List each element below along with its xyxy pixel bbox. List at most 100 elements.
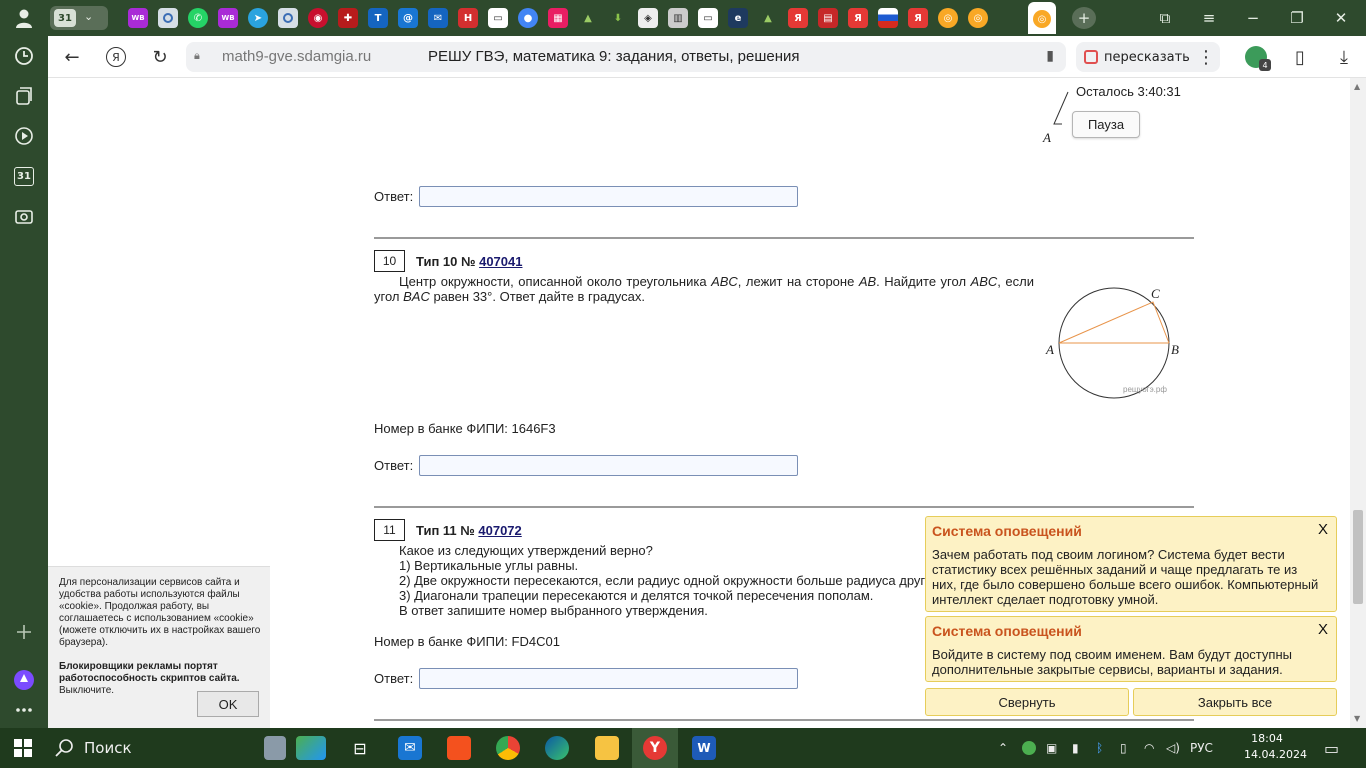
tab-yandex-2[interactable]: Я (848, 8, 868, 28)
tray-battery-icon[interactable]: ▯ (1120, 728, 1127, 768)
kebab-menu-icon[interactable]: ⋮ (1194, 45, 1218, 69)
task-11-link[interactable]: 407072 (478, 523, 521, 538)
tab-mail[interactable]: ✉ (428, 8, 448, 28)
tab-gosuslugi[interactable] (158, 8, 178, 28)
cookie-adblock-tail: Выключите. (59, 685, 115, 696)
tab-site-orange[interactable]: ◎ (938, 8, 958, 28)
tab-site-h[interactable]: H (458, 8, 478, 28)
taskbar-app-maps[interactable] (296, 736, 326, 760)
close-window-icon[interactable]: ✕ (1330, 8, 1352, 28)
taskbar-search[interactable]: Поиск (54, 728, 254, 768)
tab-shield[interactable]: ◈ (638, 8, 658, 28)
tab-doc[interactable]: ▭ (488, 8, 508, 28)
history-icon[interactable] (12, 44, 36, 68)
task-10-answer-input[interactable] (419, 455, 798, 476)
calendar-icon[interactable]: 31 (12, 164, 36, 188)
taskbar-app-luggage[interactable] (264, 736, 286, 760)
task-10-link[interactable]: 407041 (479, 254, 522, 269)
tab-strip: 31 ⌄ WB ✆ WB ➤ ◉ ✚ T @ ✉ H ▭ ● ▦ ▲ ⬇ ◈ ▥… (48, 0, 1366, 36)
tab-site-red[interactable]: ◉ (308, 8, 328, 28)
task-view-icon[interactable]: ⊟ (348, 736, 372, 760)
reload-icon[interactable]: ↻ (148, 45, 172, 69)
tray-bluetooth-icon[interactable]: ᛒ (1096, 728, 1103, 768)
tab-gosuslugi-2[interactable] (278, 8, 298, 28)
tray-volume-icon[interactable]: ◁) (1166, 728, 1180, 768)
explorer-app-icon[interactable] (595, 736, 619, 760)
point-a-label: A (1045, 342, 1054, 357)
task-11-answer-input[interactable] (419, 668, 798, 689)
alice-icon[interactable] (12, 668, 36, 692)
windows-start-icon[interactable] (14, 739, 32, 761)
tab-yandex[interactable]: Я (788, 8, 808, 28)
taskbar-clock[interactable]: 18:04 14.04.2024 (1244, 731, 1307, 763)
close-all-button[interactable]: Закрыть все (1133, 688, 1337, 716)
tab-site-t[interactable]: T (368, 8, 388, 28)
mail-app-icon[interactable]: ✉ (398, 736, 422, 760)
tab-site-grid[interactable]: ✚ (338, 8, 358, 28)
tab-whatsapp[interactable]: ✆ (188, 8, 208, 28)
cookie-ok-button[interactable]: OK (197, 691, 259, 717)
menu-icon[interactable]: ≡ (1198, 8, 1220, 28)
tab-active[interactable]: ◎ (1028, 2, 1056, 34)
restore-icon[interactable]: ❐ (1286, 8, 1308, 28)
tab-flag[interactable] (878, 8, 898, 28)
word-app-icon[interactable]: W (692, 736, 716, 760)
tab-download[interactable]: ⬇ (608, 8, 628, 28)
yandex-logo-icon[interactable]: Я (104, 45, 128, 69)
store-app-icon[interactable] (447, 736, 471, 760)
notifications-icon[interactable]: ▭ (1324, 728, 1339, 768)
tab-doc-2[interactable]: ▭ (698, 8, 718, 28)
extensions-icon[interactable]: 4 (1244, 45, 1271, 71)
download-icon[interactable]: ⤓ (1332, 45, 1356, 69)
scroll-down-icon[interactable]: ▼ (1354, 714, 1360, 723)
profile-icon[interactable] (12, 6, 36, 30)
tab-telegram[interactable]: ➤ (248, 8, 268, 28)
tab-chrome-like[interactable]: ● (518, 8, 538, 28)
task-10-text-part: , лежит на стороне (737, 274, 859, 289)
tray-security-icon[interactable] (1022, 728, 1036, 768)
tray-wifi-icon[interactable]: ◠ (1144, 728, 1154, 768)
tab-site-orange-2[interactable]: ◎ (968, 8, 988, 28)
tab-group[interactable]: 31 ⌄ (50, 6, 108, 30)
tab-yandex-3[interactable]: Я (908, 8, 928, 28)
tab-books[interactable]: ▥ (668, 8, 688, 28)
active-tab-favicon-icon: ◎ (1033, 10, 1051, 28)
notification-close-button[interactable]: X (1318, 621, 1328, 638)
more-icon[interactable] (12, 698, 36, 722)
chrome-app-icon[interactable] (496, 736, 520, 760)
back-icon[interactable]: ← (60, 45, 84, 69)
page-scrollbar[interactable]: ▲ ▼ (1350, 78, 1366, 728)
tray-camera-icon[interactable]: ▣ (1046, 728, 1057, 768)
tab-wildberries-2[interactable]: WB (218, 8, 238, 28)
scroll-thumb[interactable] (1353, 510, 1363, 604)
address-bar[interactable]: 🔒︎ math9-gve.sdamgia.ru РЕШУ ГВЭ, матема… (186, 42, 1066, 72)
collapse-button[interactable]: Свернуть (925, 688, 1129, 716)
notification-title: Система оповещений (932, 523, 1082, 539)
notification-close-button[interactable]: X (1318, 521, 1328, 538)
tab-mail-at[interactable]: @ (398, 8, 418, 28)
tabs-list-icon[interactable]: ⧉ (1154, 8, 1176, 28)
tab-site-doc-red[interactable]: ▤ (818, 8, 838, 28)
collections-icon[interactable] (12, 84, 36, 108)
tablet-icon[interactable]: ▯ (1288, 45, 1312, 69)
tab-site-e[interactable]: e (728, 8, 748, 28)
video-icon[interactable] (12, 124, 36, 148)
pause-button[interactable]: Пауза (1072, 111, 1140, 138)
yandex-browser-app-icon[interactable]: Y (643, 736, 667, 760)
new-tab-icon[interactable]: + (1072, 7, 1096, 29)
prev-answer-input[interactable] (419, 186, 798, 207)
minimize-icon[interactable]: − (1242, 8, 1264, 28)
tab-arrow-up-2[interactable]: ▲ (758, 8, 778, 28)
tab-arrow-up[interactable]: ▲ (578, 8, 598, 28)
add-icon[interactable] (12, 620, 36, 644)
edge-app-icon[interactable] (545, 736, 569, 760)
tray-language[interactable]: РУС (1190, 728, 1213, 768)
tray-chevron-icon[interactable]: ⌃ (998, 728, 1008, 768)
screenshot-icon[interactable] (12, 204, 36, 228)
url-text: math9-gve.sdamgia.ru (222, 48, 372, 65)
bookmark-icon[interactable]: ▮ (1046, 48, 1054, 64)
tray-mic-icon[interactable]: ▮ (1072, 728, 1079, 768)
tab-site-pink[interactable]: ▦ (548, 8, 568, 28)
tab-wildberries[interactable]: WB (128, 8, 148, 28)
scroll-up-icon[interactable]: ▲ (1354, 82, 1360, 91)
